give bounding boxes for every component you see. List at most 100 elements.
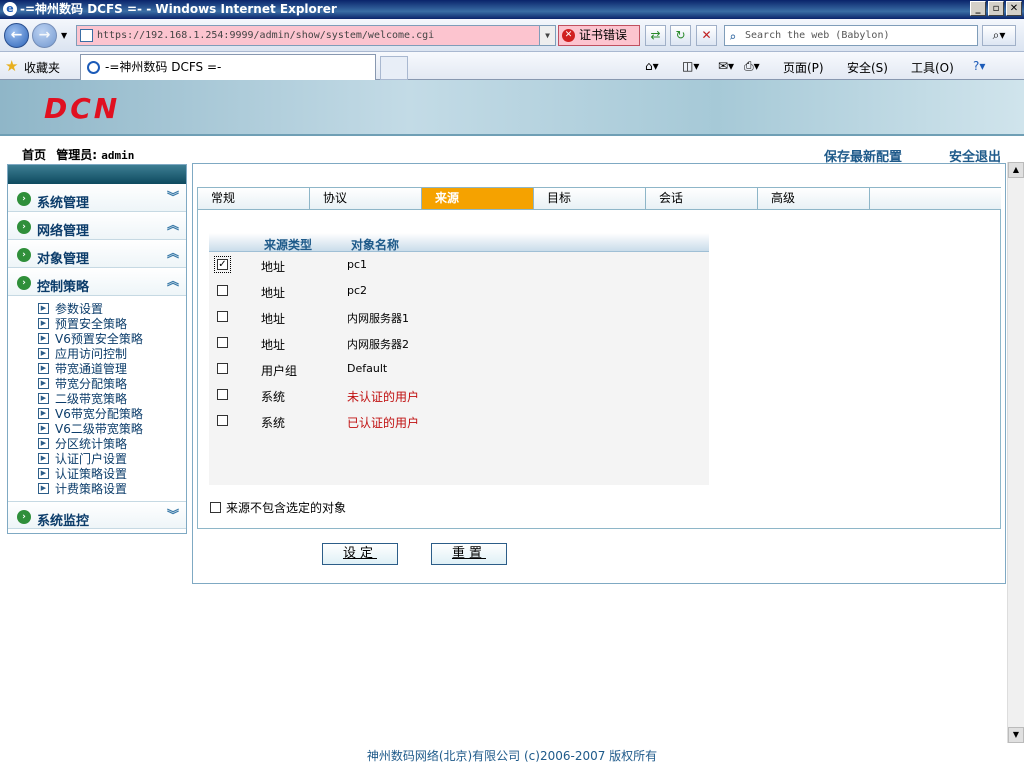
exclude-checkbox[interactable] — [210, 502, 221, 513]
address-bar[interactable]: https://192.168.1.254:9999/admin/show/sy… — [76, 25, 556, 46]
admin-label: 管理员: — [56, 148, 98, 162]
new-tab-button[interactable] — [380, 56, 408, 80]
sidebar-item[interactable]: ▶ 带宽分配策略 — [38, 377, 186, 392]
star-icon[interactable]: ★ — [5, 57, 18, 75]
content-panel: 常规 协议 来源 目标 会话 高级 来源类型 对象名称 ✓ 地址 pc1 地址 pc2 地… — [192, 163, 1006, 584]
home-icon[interactable]: ⌂▾ — [645, 59, 659, 73]
row-source-type: 系统 — [261, 390, 286, 404]
source-panel: 来源类型 对象名称 ✓ 地址 pc1 地址 pc2 地址 内网服务器1 地址 内网服务器2 用户组… — [197, 209, 1001, 529]
submit-button[interactable]: 设定 — [322, 543, 398, 565]
chevron-up-icon[interactable]: ︽ — [167, 216, 179, 233]
forward-button[interactable]: → — [32, 23, 57, 48]
menu-tools[interactable]: 工具(O) — [911, 59, 954, 76]
section-bullet-icon: › — [17, 192, 31, 206]
arrow-right-icon: ▶ — [38, 333, 49, 344]
sidebar-item[interactable]: ▶ 带宽通道管理 — [38, 362, 186, 377]
tab-source[interactable]: 来源 — [422, 188, 534, 209]
col-object-name: 对象名称 — [351, 238, 400, 252]
chevron-down-icon[interactable]: ︾ — [167, 188, 179, 205]
row-source-type: 系统 — [261, 416, 286, 430]
breadcrumb: 首页 管理员: admin — [22, 146, 134, 163]
sidebar-item[interactable]: ▶ 计费策略设置 — [38, 482, 186, 497]
row-checkbox[interactable] — [217, 285, 228, 296]
sidebar-item[interactable]: ▶ 认证门户设置 — [38, 452, 186, 467]
browser-tab[interactable]: -=神州数码 DCFS =- — [80, 54, 376, 80]
address-dropdown-icon[interactable]: ▼ — [539, 26, 555, 45]
source-table: 来源类型 对象名称 ✓ 地址 pc1 地址 pc2 地址 内网服务器1 地址 内网服务器2 用户组… — [209, 233, 709, 485]
chevron-up-icon[interactable]: ︽ — [167, 272, 179, 289]
address-text: https://192.168.1.254:9999/admin/show/sy… — [97, 30, 435, 41]
arrow-right-icon: ▶ — [38, 483, 49, 494]
back-button[interactable]: ← — [4, 23, 29, 48]
arrow-right-icon: ▶ — [38, 453, 49, 464]
mail-icon[interactable]: ✉▾ — [718, 59, 734, 73]
scroll-down-icon[interactable]: ▼ — [1008, 727, 1024, 743]
row-object-name: Default — [347, 362, 388, 375]
history-dropdown-icon[interactable]: ▼ — [61, 31, 67, 40]
sidebar-item[interactable]: ▶ 二级带宽策略 — [38, 392, 186, 407]
compat-icon[interactable]: ⇄ — [645, 25, 666, 46]
exclude-option[interactable]: 来源不包含选定的对象 — [210, 499, 346, 516]
sidebar-item[interactable]: ▶ V6带宽分配策略 — [38, 407, 186, 422]
restore-button[interactable]: ▫ — [988, 1, 1004, 16]
sidebar-section-objects[interactable]: › 对象管理 ︽ — [8, 240, 186, 268]
sidebar-item[interactable]: ▶ V6二级带宽策略 — [38, 422, 186, 437]
refresh-icon[interactable]: ↻ — [670, 25, 691, 46]
window-titlebar: e -=神州数码 DCFS =- - Windows Internet Expl… — [0, 0, 1024, 19]
close-button[interactable]: ✕ — [1006, 1, 1022, 16]
sidebar-section-system[interactable]: › 系统管理 ︾ — [8, 184, 186, 212]
tab-session[interactable]: 会话 — [646, 188, 758, 209]
sidebar-section-network[interactable]: › 网络管理 ︽ — [8, 212, 186, 240]
arrow-right-icon: ▶ — [38, 303, 49, 314]
sidebar-section-policy[interactable]: › 控制策略 ︽ — [8, 268, 186, 296]
tab-advanced[interactable]: 高级 — [758, 188, 870, 209]
row-checkbox[interactable] — [217, 415, 228, 426]
chevron-down-icon[interactable]: ︾ — [167, 506, 179, 523]
search-go-button[interactable]: ⌕▾ — [982, 25, 1016, 46]
menu-safety[interactable]: 安全(S) — [847, 59, 888, 76]
stop-icon[interactable]: ✕ — [696, 25, 717, 46]
print-icon[interactable]: ⎙▾ — [744, 59, 760, 74]
row-checkbox[interactable]: ✓ — [214, 256, 231, 273]
feeds-icon[interactable]: ◫▾ — [682, 59, 699, 73]
minimize-button[interactable]: _ — [970, 1, 986, 16]
row-object-name: 内网服务器2 — [347, 338, 409, 351]
tab-general[interactable]: 常规 — [198, 188, 310, 209]
arrow-right-icon: ▶ — [38, 438, 49, 449]
row-object-name: 已认证的用户 — [347, 416, 420, 430]
sidebar-section-monitor[interactable]: › 系统监控 ︾ — [8, 501, 186, 529]
help-icon[interactable]: ?▾ — [973, 59, 985, 73]
row-source-type: 地址 — [261, 338, 286, 352]
sidebar: › 系统管理 ︾ › 网络管理 ︽ › 对象管理 ︽ › 控制策略 ︽ ▶ 参数设… — [7, 164, 187, 534]
favorites-button[interactable]: 收藏夹 — [24, 59, 60, 76]
row-checkbox[interactable] — [217, 389, 228, 400]
breadcrumb-home[interactable]: 首页 — [22, 148, 46, 162]
row-checkbox[interactable] — [217, 311, 228, 322]
chevron-up-icon[interactable]: ︽ — [167, 244, 179, 261]
row-checkbox[interactable] — [217, 337, 228, 348]
search-icon: ⌕ — [729, 30, 737, 44]
row-source-type: 地址 — [261, 312, 286, 326]
window-title: -=神州数码 DCFS =- - Windows Internet Explor… — [20, 2, 337, 16]
arrow-right-icon: ▶ — [38, 348, 49, 359]
sidebar-item[interactable]: ▶ V6预置安全策略 — [38, 332, 186, 347]
table-row: 用户组 Default — [209, 356, 709, 382]
sidebar-item[interactable]: ▶ 分区统计策略 — [38, 437, 186, 452]
sidebar-item[interactable]: ▶ 参数设置 — [38, 302, 186, 317]
menu-page[interactable]: 页面(P) — [783, 59, 824, 76]
tab-destination[interactable]: 目标 — [534, 188, 646, 209]
search-input[interactable]: ⌕ Search the web (Babylon) — [724, 25, 978, 46]
tab-ie-icon — [87, 61, 100, 74]
scroll-up-icon[interactable]: ▲ — [1008, 162, 1024, 178]
row-checkbox[interactable] — [217, 363, 228, 374]
sidebar-item[interactable]: ▶ 预置安全策略 — [38, 317, 186, 332]
tab-protocol[interactable]: 协议 — [310, 188, 422, 209]
cert-error-button[interactable]: ✕ 证书错误 — [558, 25, 640, 46]
row-source-type: 地址 — [261, 286, 286, 300]
page-scrollbar[interactable]: ▲ ▼ — [1007, 162, 1024, 743]
arrow-right-icon: ▶ — [38, 378, 49, 389]
table-row: 地址 内网服务器1 — [209, 304, 709, 330]
reset-button[interactable]: 重置 — [431, 543, 507, 565]
sidebar-item[interactable]: ▶ 应用访问控制 — [38, 347, 186, 362]
sidebar-item[interactable]: ▶ 认证策略设置 — [38, 467, 186, 482]
